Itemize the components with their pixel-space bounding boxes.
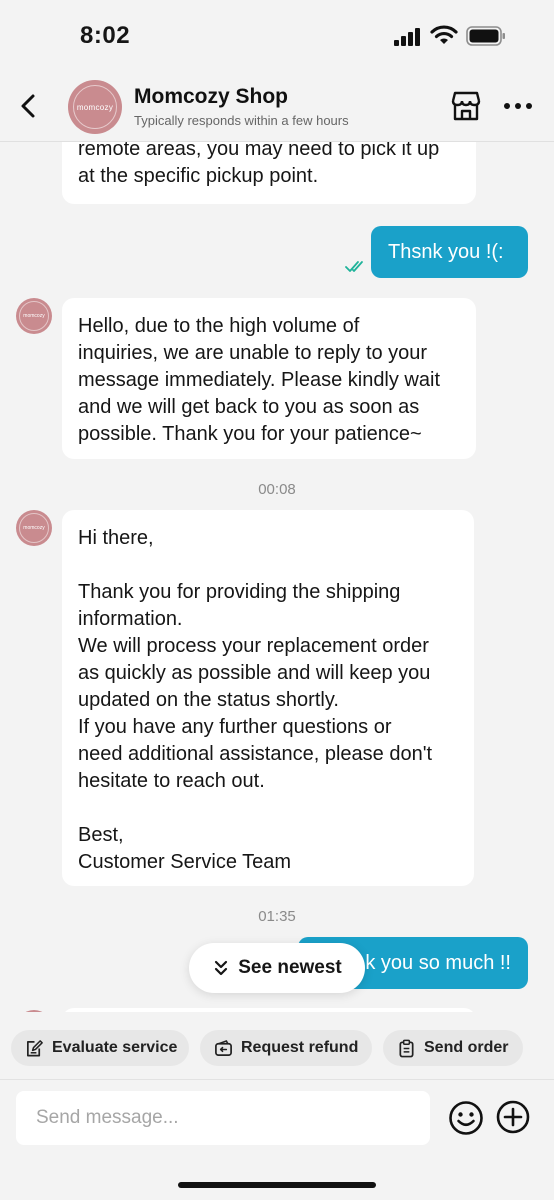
shop-logo: momcozy (76, 102, 114, 112)
message-line: Thank you for providing the shipping (78, 581, 401, 603)
see-newest-button[interactable]: See newest (189, 943, 365, 993)
shop-avatar[interactable]: momcozy (68, 80, 122, 134)
send-order-label: Send order (424, 1039, 509, 1056)
message-line: remote areas, you may need to pick it up (78, 142, 440, 160)
edit-note-icon (26, 1039, 43, 1056)
chat-header: momcozy Momcozy Shop Typically responds … (0, 72, 554, 142)
message-line: and we will get back to you as soon as (78, 396, 420, 418)
message-line: information. (78, 608, 183, 630)
response-note: Typically responds within a few hours (134, 113, 349, 128)
add-attachment-icon[interactable] (496, 1100, 530, 1134)
cellular-signal-icon (394, 28, 420, 46)
store-icon[interactable] (448, 88, 484, 124)
message-line: Best, (78, 824, 124, 846)
chevrons-down-icon (215, 960, 228, 976)
see-newest-label: See newest (238, 957, 342, 978)
message-line: If you have any further questions or (78, 716, 392, 738)
message-line: as quickly as possible and will keep you (78, 662, 431, 684)
message-input[interactable]: Send message... (16, 1091, 430, 1145)
clipboard-icon (399, 1039, 414, 1057)
shop-message: remote areas, you may need to pick it up… (62, 142, 476, 204)
refund-wallet-icon (215, 1039, 232, 1056)
wifi-icon (430, 25, 458, 44)
shop-avatar-small[interactable]: momcozy (16, 298, 52, 334)
message-line (78, 552, 458, 579)
evaluate-service-button[interactable]: Evaluate service (11, 1030, 189, 1066)
read-checkmark-icon (345, 261, 363, 272)
status-bar: 8:02 (0, 0, 554, 72)
quick-action-bar: Evaluate service Request refund Send ord… (0, 1012, 554, 1080)
message-line: Thsnk you !(: (388, 240, 504, 263)
send-order-button[interactable]: Send order (383, 1030, 523, 1066)
back-arrow-icon[interactable] (14, 88, 44, 124)
message-list[interactable]: remote areas, you may need to pick it up… (0, 142, 554, 1012)
message-line: message immediately. Please kindly wait (78, 369, 441, 391)
status-time: 8:02 (80, 22, 131, 49)
message-line: updated on the status shortly. (78, 689, 339, 711)
message-line (78, 795, 458, 822)
shop-message: Hi there, Thank you for providing the sh… (62, 510, 474, 886)
message-line: at the specific pickup point. (78, 165, 319, 187)
message-line: hesitate to reach out. (78, 770, 265, 792)
shop-avatar-small[interactable]: momcozy (16, 510, 52, 546)
user-message: Thsnk you !(: (371, 226, 528, 278)
shop-name[interactable]: Momcozy Shop (134, 85, 288, 109)
message-line: inquiries, we are unable to reply to you… (78, 342, 428, 364)
message-timestamp: 00:08 (258, 481, 296, 498)
shop-logo: momcozy (23, 313, 45, 319)
message-line: Hello, due to the high volume of (78, 315, 360, 337)
message-line: We will process your replacement order (78, 635, 429, 657)
more-options-icon[interactable] (500, 92, 536, 120)
request-refund-label: Request refund (241, 1039, 359, 1056)
message-line: need additional assistance, please don't (78, 743, 433, 765)
shop-logo: momcozy (23, 525, 45, 531)
emoji-icon[interactable] (448, 1100, 484, 1136)
home-indicator (178, 1182, 376, 1188)
evaluate-service-label: Evaluate service (52, 1039, 178, 1056)
message-line: k you so much !! (365, 951, 511, 974)
message-line: Customer Service Team (78, 851, 292, 873)
message-timestamp: 01:35 (258, 908, 296, 925)
message-line: possible. Thank you for your patience~ (78, 423, 422, 445)
message-line: Hi there, (78, 527, 154, 549)
battery-icon (466, 26, 505, 46)
request-refund-button[interactable]: Request refund (200, 1030, 372, 1066)
shop-message: Hello, due to the high volume of inquiri… (62, 298, 476, 459)
